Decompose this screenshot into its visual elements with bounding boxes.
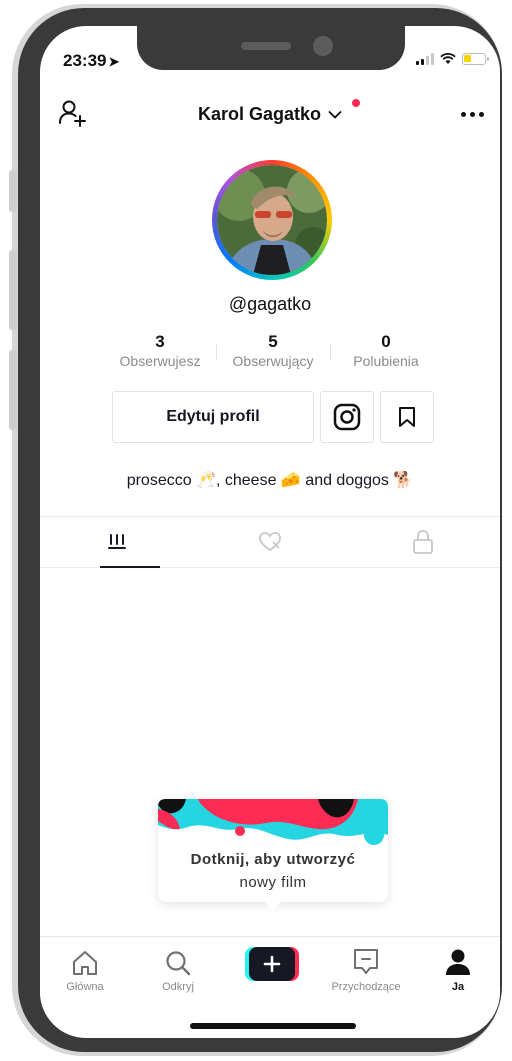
status-icons <box>416 53 489 65</box>
app-screen: 23:39 ➤ Karol Gagatko @gagatko 3 Obserwu… <box>40 26 500 1038</box>
stat-divider <box>216 344 217 360</box>
stat-likes[interactable]: 0 Polubienia <box>336 332 436 370</box>
search-icon <box>166 951 191 976</box>
nav-discover[interactable]: Odkryj <box>138 937 218 993</box>
more-options-icon[interactable] <box>461 112 484 117</box>
nav-inbox-label: Przychodzące <box>331 981 401 993</box>
create-plus-icon[interactable] <box>245 947 299 981</box>
nav-home[interactable]: Główna <box>45 937 125 993</box>
stat-followers-label: Obserwujący <box>232 353 314 369</box>
avatar-photo <box>217 165 327 275</box>
instagram-icon <box>333 403 361 431</box>
nav-me-label: Ja <box>451 981 465 993</box>
content-tabs <box>40 516 500 568</box>
device-volume-down <box>9 350 17 430</box>
active-tab-indicator <box>100 566 160 568</box>
speaker-grille <box>241 42 291 50</box>
liked-heart-icon <box>258 532 281 552</box>
profile-icon <box>446 949 470 975</box>
stat-following-label: Obserwujesz <box>119 353 201 369</box>
stat-following[interactable]: 3 Obserwujesz <box>110 332 210 370</box>
stat-divider <box>330 344 331 360</box>
create-tooltip[interactable]: Dotknij, aby utworzyć nowy film <box>158 799 388 910</box>
instagram-button[interactable] <box>320 391 374 443</box>
favorites-button[interactable] <box>380 391 434 443</box>
tooltip-decoration <box>158 799 388 845</box>
nav-me[interactable]: Ja <box>418 937 498 993</box>
page-title: Karol Gagatko <box>197 104 321 124</box>
stat-following-value: 3 <box>155 332 165 351</box>
wifi-icon <box>440 53 456 64</box>
avatar[interactable] <box>217 165 327 275</box>
tab-videos[interactable] <box>40 517 193 568</box>
profile-handle: @gagatko <box>228 294 312 314</box>
stat-likes-value: 0 <box>381 332 391 351</box>
edit-profile-button[interactable]: Edytuj profil <box>112 391 314 443</box>
status-time: 23:39 ➤ <box>63 51 119 71</box>
profile-header: Karol Gagatko <box>40 96 500 136</box>
battery-icon <box>462 53 489 65</box>
stat-followers-value: 5 <box>268 332 278 351</box>
home-icon <box>73 951 97 975</box>
chevron-down-icon <box>328 111 342 120</box>
profile-stats: 3 Obserwujesz 5 Obserwujący 0 Polubienia <box>110 332 430 372</box>
tab-private[interactable] <box>346 517 499 567</box>
tab-liked[interactable] <box>193 517 346 567</box>
bookmark-icon <box>399 407 415 427</box>
status-time-text: 23:39 <box>63 51 107 70</box>
signal-icon <box>416 53 434 65</box>
nav-inbox[interactable]: Przychodzące <box>326 937 406 993</box>
tooltip-caret <box>265 902 281 910</box>
lock-icon <box>412 530 433 554</box>
stat-likes-label: Polubienia <box>353 353 419 369</box>
stat-followers[interactable]: 5 Obserwujący <box>223 332 323 370</box>
nav-discover-label: Odkryj <box>162 981 194 993</box>
account-switcher[interactable]: Karol Gagatko <box>40 104 500 125</box>
bottom-nav: Główna Odkryj Przychodzące Ja <box>40 936 500 1007</box>
tooltip-line1: Dotknij, aby utworzyć <box>190 851 356 868</box>
tooltip-line2: nowy film <box>239 874 307 891</box>
notification-dot <box>352 99 360 107</box>
front-camera <box>313 36 333 56</box>
device-volume-up <box>9 250 17 330</box>
avatar-ring <box>212 160 332 280</box>
home-indicator[interactable] <box>190 1023 356 1029</box>
nav-home-label: Główna <box>66 981 104 993</box>
profile-bio: prosecco 🥂, cheese 🧀 and doggos 🐕 <box>126 472 414 489</box>
device-notch <box>137 26 405 70</box>
inbox-icon <box>354 949 378 974</box>
grid-icon <box>107 534 126 549</box>
device-silent-switch <box>9 170 17 212</box>
location-arrow-icon: ➤ <box>108 54 120 69</box>
